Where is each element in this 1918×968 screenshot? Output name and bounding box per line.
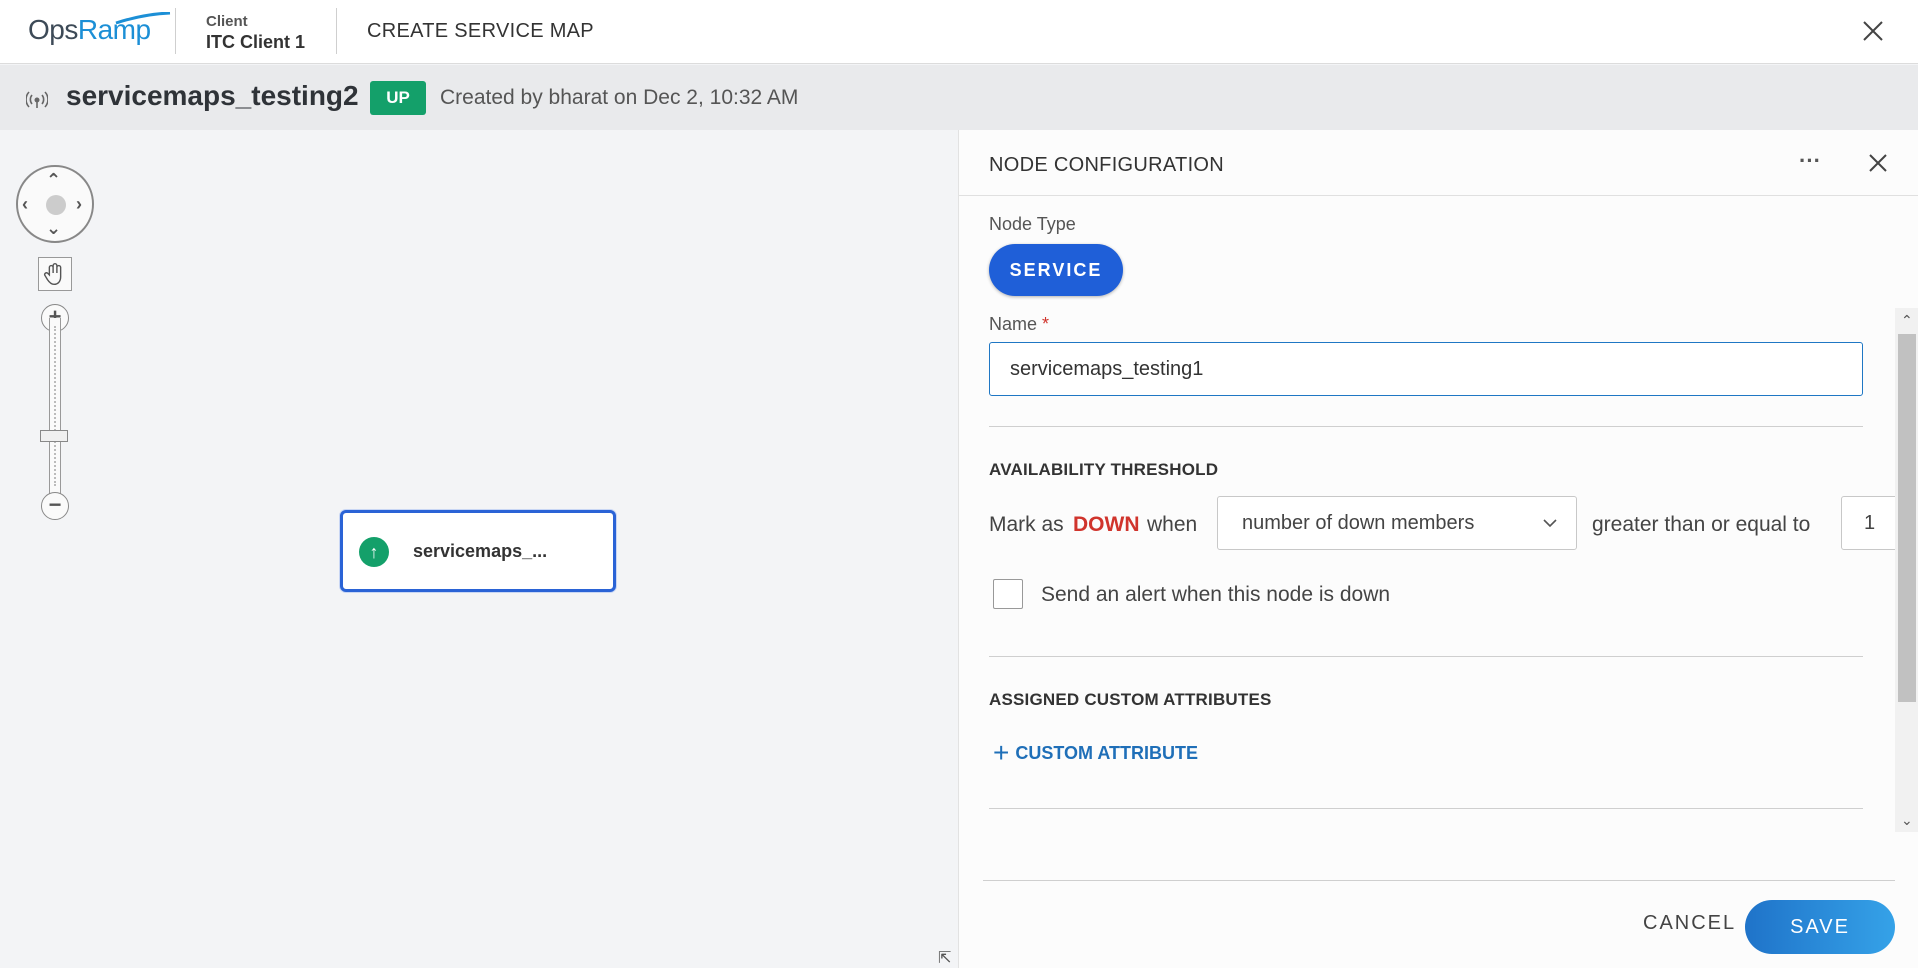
divider [336,8,337,54]
save-button[interactable]: SAVE [1745,900,1895,954]
more-options-icon[interactable]: ··· [1799,148,1821,174]
logo-ops-text: Ops [28,14,78,45]
node-type-service-button[interactable]: SERVICE [989,244,1123,296]
service-map-icon [26,91,48,108]
chevron-down-icon [1543,519,1557,528]
pan-down-icon[interactable]: ⌄ [46,219,61,237]
panel-header: NODE CONFIGURATION ··· [959,130,1918,196]
zoom-slider-handle[interactable] [40,430,68,442]
panel-title: NODE CONFIGURATION [989,154,1225,176]
status-badge: UP [370,81,426,115]
alert-checkbox[interactable] [993,579,1023,609]
page-title: CREATE SERVICE MAP [367,20,594,42]
divider [989,426,1863,427]
top-bar: OpsRamp Client ITC Client 1 CREATE SERVI… [0,0,1918,64]
node-label: servicemaps_... [413,541,548,561]
logo-swoosh-icon [115,12,171,24]
pan-center-icon[interactable] [46,195,66,215]
created-info: Created by bharat on Dec 2, 10:32 AM [440,86,799,109]
divider [989,656,1863,657]
scroll-down-icon[interactable]: ⌄ [1901,813,1913,827]
scroll-up-icon[interactable]: ⌃ [1901,313,1913,327]
arrow-up-icon: ↑ [359,537,389,567]
name-label: Name * [989,314,1050,334]
name-input[interactable] [989,342,1863,396]
pan-up-icon[interactable]: ⌃ [46,171,61,189]
divider [175,8,176,54]
scroll-thumb[interactable] [1898,334,1916,702]
add-custom-attribute-button[interactable]: + CUSTOM ATTRIBUTE [993,737,1198,769]
client-label: Client [206,13,248,30]
comparator-text: greater than or equal to [1592,513,1811,536]
required-marker: * [1042,314,1050,334]
select-value: number of down members [1242,512,1475,534]
node-type-label: Node Type [989,214,1076,234]
map-header: servicemaps_testing2 UP Created by bhara… [0,65,1918,130]
alert-checkbox-label: Send an alert when this node is down [1041,583,1391,606]
close-panel-icon[interactable] [1867,152,1889,174]
custom-attributes-title: ASSIGNED CUSTOM ATTRIBUTES [989,690,1272,709]
threshold-input[interactable]: 1 [1841,496,1901,550]
cancel-button[interactable]: CANCEL [1643,912,1736,935]
node-configuration-panel: NODE CONFIGURATION ··· Node Type SERVICE… [958,130,1918,968]
opsramp-logo[interactable]: OpsRamp [28,12,171,46]
footer-divider [983,880,1895,881]
zoom-out-button[interactable]: − [41,492,69,520]
divider [989,808,1863,809]
down-condition-select[interactable]: number of down members [1217,496,1577,550]
pan-right-icon[interactable]: › [76,195,82,213]
service-map-name: servicemaps_testing2 [66,80,359,111]
availability-threshold-title: AVAILABILITY THRESHOLD [989,460,1219,479]
panel-scrollbar[interactable]: ⌃ ⌄ [1895,308,1918,832]
add-custom-attribute-label: CUSTOM ATTRIBUTE [1015,743,1199,763]
pan-navigator[interactable]: ⌃ ⌄ ‹ › [16,165,94,243]
client-selector[interactable]: Client ITC Client 1 [206,13,305,53]
mark-as-text: Mark as [989,513,1064,536]
plus-icon: + [993,737,1010,768]
down-text: DOWN [1073,513,1140,536]
hand-tool-icon[interactable] [38,257,72,291]
when-text: when [1147,513,1198,536]
service-node[interactable]: ↑ servicemaps_... [340,510,616,592]
expand-arrow-icon[interactable]: ⇱ [938,948,956,967]
client-name: ITC Client 1 [206,32,306,52]
zoom-slider-track[interactable] [49,318,61,498]
map-canvas[interactable]: ⌃ ⌄ ‹ › + − ↑ servicemaps_... ⇱ [0,130,958,968]
pan-left-icon[interactable]: ‹ [22,195,28,213]
close-icon[interactable] [1860,18,1886,44]
